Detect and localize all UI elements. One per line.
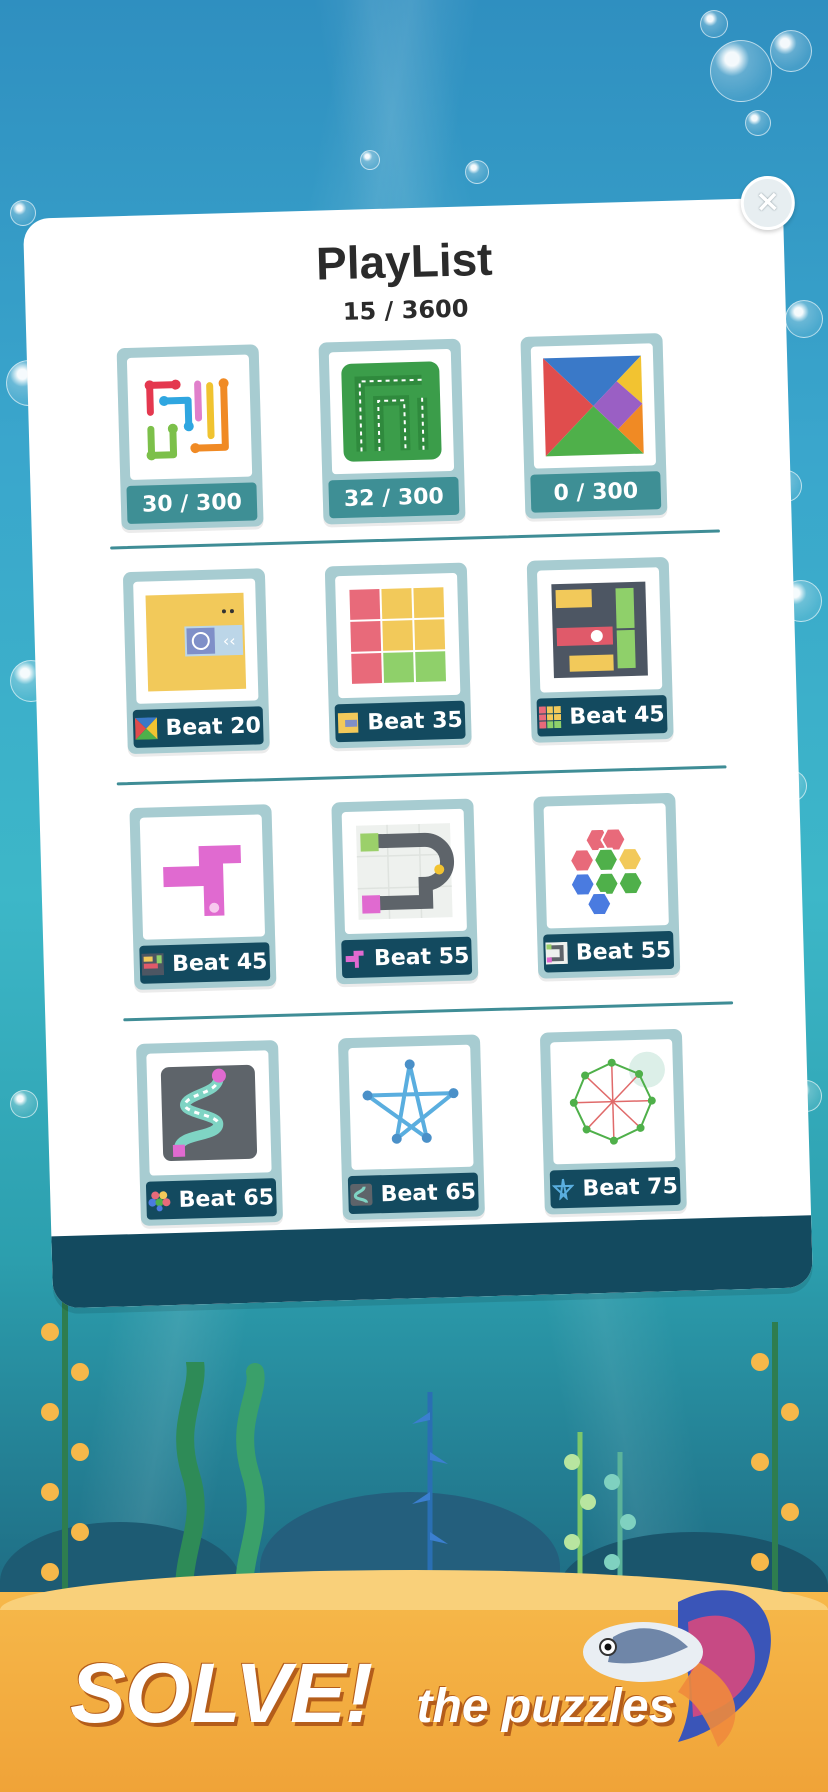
bubble [785,300,823,338]
circle-connect-puzzle-icon [550,1039,676,1165]
tangram-puzzle-icon [530,343,657,469]
card-label: Beat 75 [549,1166,681,1209]
puzzle-card-paint[interactable]: Beat 45 [129,804,277,991]
card-label-text: 0 / 300 [553,478,639,506]
card-label-text: Beat 65 [380,1179,477,1207]
card-label-text: Beat 55 [575,937,672,966]
card-label: Beat 65 [145,1178,277,1220]
close-button[interactable]: × [740,175,796,231]
playlist-panel-body: PlayList 15 / 3600 30 / 300 32 / 300 0 /… [22,197,814,1309]
card-label-text: Beat 75 [582,1173,679,1202]
close-icon: × [754,183,781,220]
water-pipe-puzzle-icon [146,1050,272,1176]
card-label: Beat 65 [347,1172,479,1215]
banner-big-text: SOLVE! [70,1646,373,1740]
page-title: PlayList [315,232,494,290]
water-pipe-mini-icon [350,1183,373,1206]
slide-block-mini-icon [337,712,360,735]
bubble [745,110,771,136]
card-label-text: Beat 55 [373,943,470,971]
card-label: 32 / 300 [328,476,460,519]
puzzle-card-star[interactable]: Beat 65 [337,1034,485,1221]
slide-block-puzzle-icon: ‹‹ [133,578,259,704]
card-label: Beat 35 [334,700,466,743]
bubble [360,150,380,170]
card-label-text: 30 / 300 [141,489,243,518]
bubble [700,10,728,38]
puzzle-card-waterpipe[interactable]: Beat 65 [136,1040,284,1226]
card-label: Beat 45 [536,695,668,737]
banner-small-text: the puzzles [416,1680,676,1733]
card-label-text: Beat 45 [569,701,666,730]
card-label: Beat 20 [132,706,264,748]
pipe-mini-icon [545,941,569,965]
puzzle-card-flow[interactable]: 30 / 300 [116,344,264,531]
unblock-mini-icon [141,953,165,976]
paint-mini-icon [344,948,367,971]
bubble [465,160,489,184]
unblock-puzzle-icon [536,567,663,693]
card-label-text: 32 / 300 [343,483,445,512]
card-label: 0 / 300 [530,471,662,513]
card-label-text: Beat 65 [178,1184,275,1213]
pipe-connect-puzzle-icon [341,808,467,935]
puzzle-card-slide[interactable]: ‹‹ Beat 20 [122,568,270,755]
bubble [10,1090,38,1118]
star-mini-icon [552,1178,575,1201]
puzzle-card-maze[interactable]: 32 / 300 [318,338,466,525]
paint-fill-puzzle-icon [139,814,266,940]
bubble [770,30,812,72]
card-label: Beat 45 [139,942,271,984]
seaweed [41,1292,89,1622]
hexagon-mini-icon [148,1189,171,1212]
card-label-text: Beat 20 [165,712,262,741]
puzzle-card-tangram[interactable]: 0 / 300 [520,333,668,519]
puzzle-card-circle[interactable]: Beat 75 [539,1028,687,1215]
playlist-panel: PlayList 15 / 3600 30 / 300 32 / 300 0 /… [22,175,814,1309]
puzzle-card-colorgrid[interactable]: Beat 35 [324,562,472,749]
card-label-text: Beat 35 [367,707,464,735]
hexagon-puzzle-icon [543,803,669,929]
star-one-line-puzzle-icon [348,1044,474,1171]
row-separator [123,1001,734,1022]
card-label: Beat 55 [543,930,675,973]
panel-footer [51,1215,814,1309]
maze-path-puzzle-icon [328,348,455,475]
card-label: 30 / 300 [126,482,258,525]
svg-text:‹‹: ‹‹ [223,631,236,650]
bubble [710,40,772,102]
color-grid-puzzle-icon [335,572,461,699]
row-separator [116,765,727,786]
card-label: Beat 55 [341,936,473,979]
solve-banner: SOLVE! the puzzles [70,1645,675,1742]
flow-lines-puzzle-icon [126,354,253,480]
card-label-text: Beat 45 [171,948,268,977]
color-grid-mini-icon [539,705,562,729]
puzzle-card-unblock[interactable]: Beat 45 [526,556,674,743]
puzzle-card-hexagon[interactable]: Beat 55 [533,792,681,979]
puzzle-card-pipe[interactable]: Beat 55 [331,798,479,985]
tangram-mini-icon [135,717,158,740]
row-separator [110,529,720,550]
